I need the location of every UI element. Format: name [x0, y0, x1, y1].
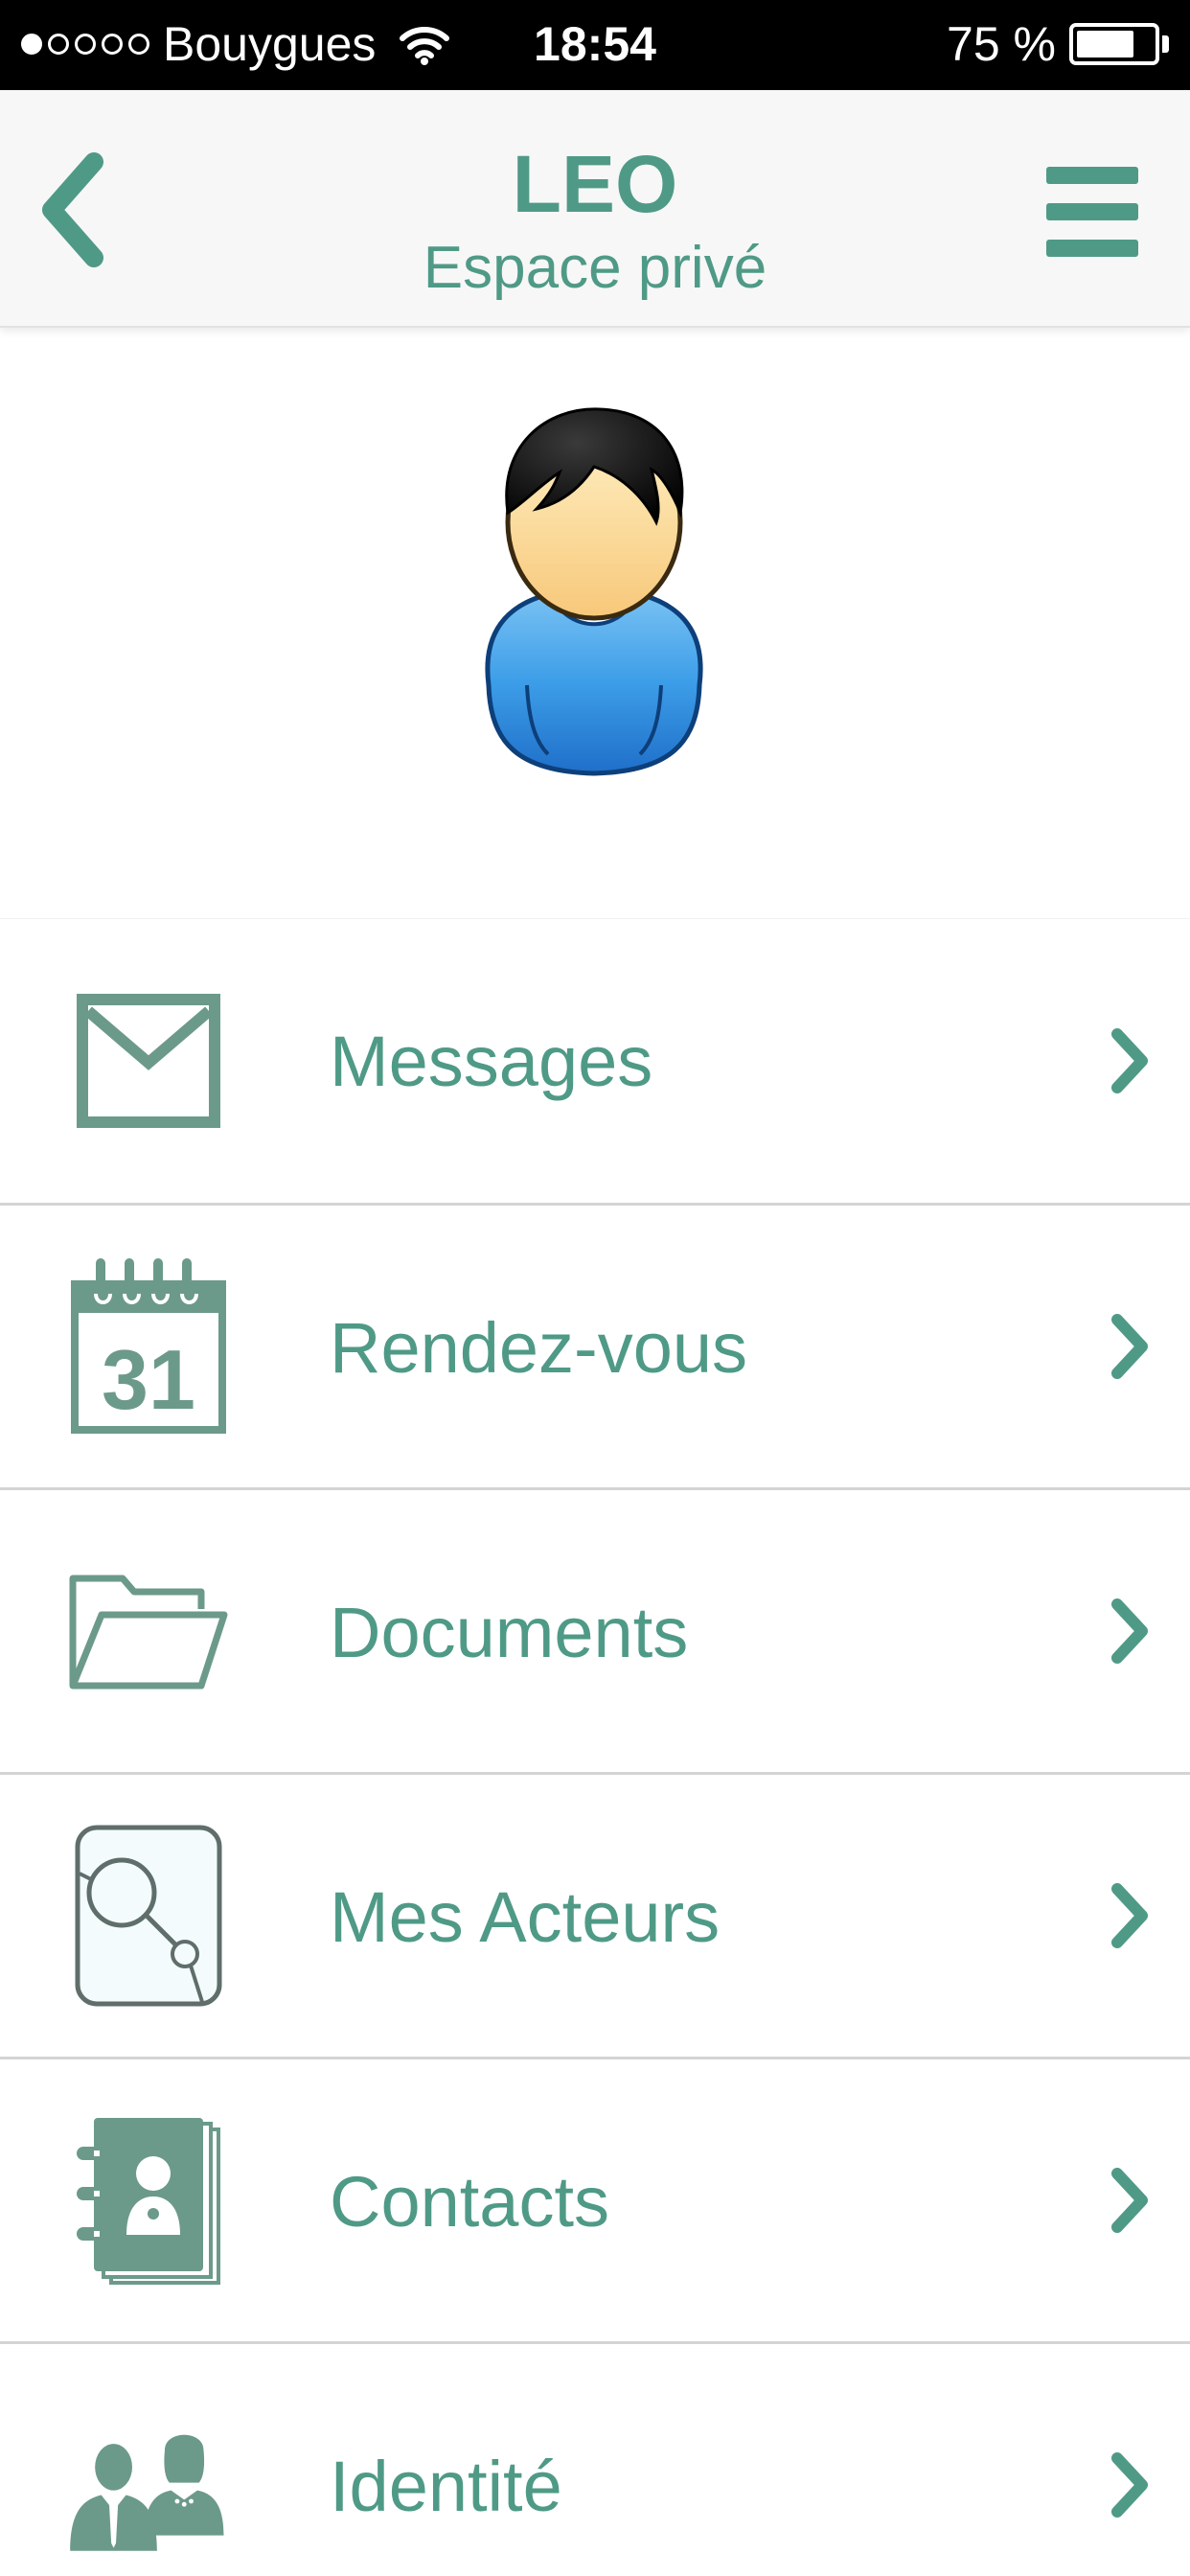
chevron-right-icon	[1111, 1883, 1148, 1948]
menu-item-label: Rendez-vous	[330, 1308, 748, 1388]
chevron-right-icon	[1111, 1028, 1148, 1093]
menu-item-label: Messages	[330, 1022, 653, 1101]
chevron-right-icon	[1111, 2168, 1148, 2233]
navigation-bar: LEO Espace privé	[0, 90, 1190, 328]
menu-bar-line	[1046, 203, 1138, 220]
calendar-icon: 31	[67, 1251, 230, 1442]
battery-icon	[1069, 23, 1159, 65]
page-subtitle: Espace privé	[423, 235, 767, 301]
folder-icon	[67, 1535, 230, 1727]
chevron-right-icon	[1111, 1314, 1148, 1379]
menu-item-mes-acteurs[interactable]: Mes Acteurs	[0, 1772, 1190, 2057]
battery-tip	[1162, 35, 1169, 53]
status-right: 75 %	[947, 17, 1169, 71]
menu-bar-line	[1046, 167, 1138, 184]
menu-item-label: Mes Acteurs	[330, 1877, 721, 1957]
envelope-icon	[67, 965, 230, 1157]
people-icon	[67, 2389, 230, 2576]
menu-item-label: Documents	[330, 1593, 689, 1672]
chevron-right-icon	[1111, 2452, 1148, 2518]
menu-list: Messages 31 Rendez-vous Documents Mes Ac…	[0, 918, 1190, 2576]
menu-item-label: Contacts	[330, 2162, 610, 2242]
hamburger-menu-button[interactable]	[1046, 167, 1142, 263]
search-network-icon	[67, 1820, 230, 2012]
menu-item-rendez-vous[interactable]: 31 Rendez-vous	[0, 1203, 1190, 1487]
page-title: LEO	[512, 139, 678, 229]
calendar-day-number: 31	[102, 1332, 195, 1427]
menu-item-messages[interactable]: Messages	[0, 918, 1190, 1203]
address-book-icon	[67, 2104, 230, 2296]
battery-percent: 75 %	[947, 17, 1056, 71]
chevron-right-icon	[1111, 1598, 1148, 1664]
avatar	[485, 407, 703, 776]
menu-bar-line	[1046, 240, 1138, 257]
status-bar: Bouygues 18:54 75 %	[0, 0, 1190, 90]
menu-item-documents[interactable]: Documents	[0, 1487, 1190, 1772]
battery-level	[1077, 31, 1133, 58]
menu-item-label: Identité	[330, 2447, 562, 2526]
menu-item-identite[interactable]: Identité	[0, 2341, 1190, 2576]
menu-item-contacts[interactable]: Contacts	[0, 2057, 1190, 2341]
